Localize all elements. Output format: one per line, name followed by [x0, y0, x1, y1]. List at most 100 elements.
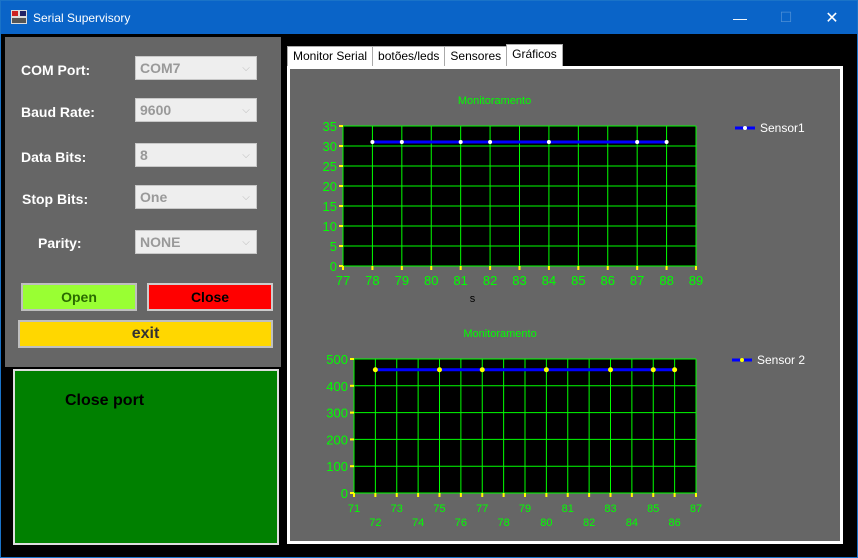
tab-graficos[interactable]: Gráficos	[506, 44, 563, 66]
data-point	[458, 140, 463, 144]
x-tick-label: 79	[395, 273, 409, 288]
y-tick-label: 500	[326, 352, 348, 367]
x-tick-label: 83	[512, 273, 526, 288]
stop-bits-label: Stop Bits:	[22, 191, 89, 207]
tab-sensores[interactable]: Sensores	[444, 46, 508, 66]
open-port-button[interactable]: Open	[21, 283, 137, 311]
data-point	[437, 367, 442, 373]
stop-bits-select[interactable]: One ⌵	[135, 185, 257, 209]
chart-1: Monitoramento 0 5 10 15 20 25 30 35 77 78 79 80 81 82 8…	[323, 95, 805, 305]
x-tick-label: 75	[433, 503, 445, 515]
x-tick-label: 77	[336, 273, 350, 288]
x-tick-label: 73	[391, 503, 403, 515]
app-window: Serial Supervisory — ☐ ✕ COM Port: COM7 …	[0, 0, 858, 558]
x-tick-label: 78	[365, 273, 379, 288]
x-tick-label: 86	[601, 273, 615, 288]
charts-canvas: Monitoramento 0 5 10 15 20 25 30 35 77 78 79 80 81 82 8…	[323, 95, 806, 529]
x-tick-label: 84	[626, 517, 638, 529]
data-point	[546, 140, 551, 144]
x-tick-label: 82	[483, 273, 497, 288]
x-tick-label: 89	[689, 273, 703, 288]
y-tick-label: 30	[323, 139, 337, 154]
window-close-button[interactable]: ✕	[809, 1, 855, 34]
x-tick-label: 77	[476, 503, 488, 515]
window-title: Serial Supervisory	[33, 11, 131, 25]
x-tick-label: 85	[571, 273, 585, 288]
data-point	[664, 140, 669, 144]
parity-label: Parity:	[38, 235, 82, 251]
y-tick-label: 0	[330, 259, 337, 274]
maximize-button[interactable]: ☐	[763, 1, 809, 34]
legend-swatch-marker	[743, 126, 747, 130]
baud-rate-select[interactable]: 9600 ⌵	[135, 98, 257, 122]
x-tick-label: 81	[562, 503, 574, 515]
x-tick-label: 82	[583, 517, 595, 529]
parity-select[interactable]: NONE ⌵	[135, 230, 257, 254]
tab-botoes-leds[interactable]: botões/leds	[372, 46, 446, 66]
x-tick-label: 81	[453, 273, 467, 288]
baud-rate-value: 9600	[140, 102, 172, 118]
data-point	[635, 140, 640, 144]
tab-monitor-serial[interactable]: Monitor Serial	[287, 46, 374, 66]
x-tick-label: 83	[604, 503, 616, 515]
x-tick-label: 87	[690, 503, 702, 515]
close-port-button[interactable]: Close	[147, 283, 273, 311]
data-point	[608, 367, 613, 373]
data-point	[488, 140, 493, 144]
chevron-down-icon[interactable]: ⌵	[239, 61, 253, 75]
x-tick-label: 87	[630, 273, 644, 288]
chart-title: Monitoramento	[463, 328, 536, 340]
y-tick-label: 20	[323, 179, 337, 194]
data-point	[543, 367, 549, 373]
status-text: Close port	[65, 392, 145, 409]
chevron-down-icon[interactable]: ⌵	[239, 235, 253, 249]
data-bits-value: 8	[140, 147, 148, 163]
y-tick-label: 35	[323, 119, 337, 134]
chevron-down-icon[interactable]: ⌵	[239, 103, 253, 117]
data-point	[672, 367, 678, 373]
x-tick-label: 76	[455, 517, 467, 529]
x-tick-label: 80	[540, 517, 552, 529]
parity-value: NONE	[140, 234, 181, 250]
legend-label: Sensor1	[760, 121, 805, 135]
app-icon	[11, 10, 27, 24]
x-tick-label: 72	[369, 517, 381, 529]
x-tick-label: 85	[647, 503, 659, 515]
y-tick-label: 10	[323, 219, 337, 234]
graficos-tab-panel: Monitoramento 0 5 10 15 20 25 30 35 77 78 79 80 81 82 8…	[287, 66, 843, 544]
chevron-down-icon[interactable]: ⌵	[239, 148, 253, 162]
y-tick-label: 25	[323, 159, 337, 174]
x-tick-label: 84	[542, 273, 556, 288]
com-port-value: COM7	[140, 60, 181, 76]
exit-button[interactable]: exit	[18, 320, 273, 348]
y-tick-label: 15	[323, 199, 337, 214]
status-panel: Close port	[13, 369, 279, 545]
data-point	[650, 367, 656, 373]
chart-2: Monitoramento 0 100 200 300 400 500 71 72 73 74 75 7…	[326, 328, 805, 529]
stop-bits-value: One	[140, 189, 168, 205]
connection-panel: COM Port: COM7 ⌵ Baud Rate: 9600 ⌵ Data …	[5, 37, 281, 367]
com-port-select[interactable]: COM7 ⌵	[135, 56, 257, 80]
y-tick-label: 400	[326, 379, 348, 394]
y-tick-label: 0	[341, 486, 348, 501]
data-point	[479, 367, 485, 373]
legend-label: Sensor 2	[757, 353, 805, 367]
title-bar[interactable]: Serial Supervisory — ☐ ✕	[1, 1, 857, 34]
com-port-label: COM Port:	[21, 62, 91, 78]
y-tick-label: 100	[326, 459, 348, 474]
y-tick-label: 5	[330, 239, 337, 254]
legend-swatch-marker	[740, 358, 744, 362]
data-point	[372, 367, 378, 373]
data-bits-select[interactable]: 8 ⌵	[135, 143, 257, 167]
tab-strip: Monitor Serial botões/leds Sensores Gráf…	[287, 44, 563, 66]
x-tick-label: 86	[669, 517, 681, 529]
x-tick-label: 79	[519, 503, 531, 515]
x-axis-label: s	[470, 293, 476, 305]
chevron-down-icon[interactable]: ⌵	[239, 190, 253, 204]
x-tick-label: 78	[498, 517, 510, 529]
x-tick-label: 88	[659, 273, 673, 288]
x-tick-label: 80	[424, 273, 438, 288]
baud-rate-label: Baud Rate:	[21, 104, 95, 120]
data-point	[399, 140, 404, 144]
minimize-button[interactable]: —	[717, 1, 763, 34]
